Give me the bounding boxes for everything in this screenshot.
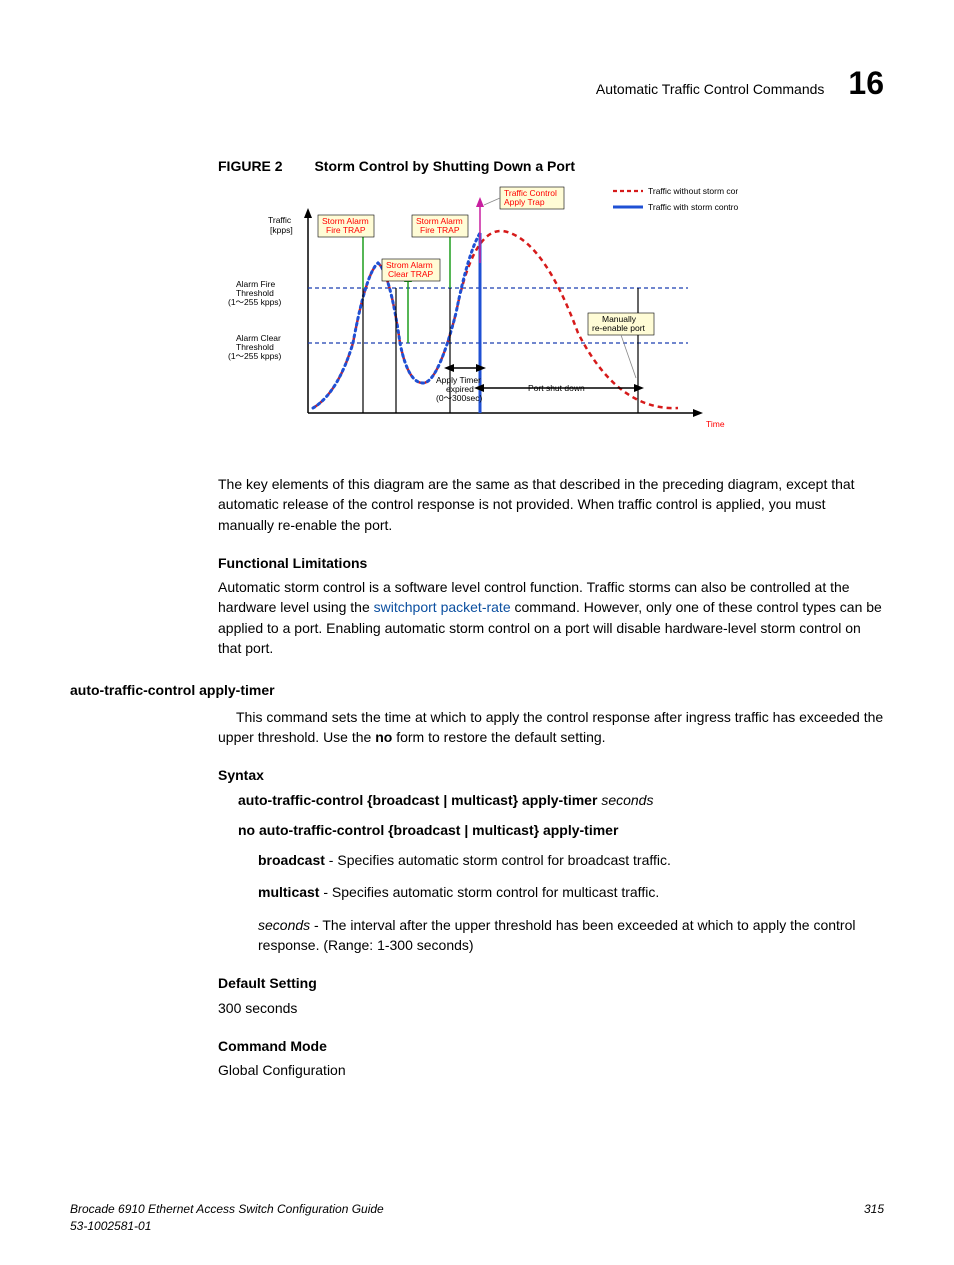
footer-page-number: 315	[864, 1201, 884, 1236]
syntax1-bold: auto-traffic-control {broadcast | multic…	[238, 792, 597, 808]
chapter-number: 16	[848, 60, 884, 106]
port-shutdown-label: Port shut down	[528, 383, 585, 393]
legend-without: Traffic without storm control	[648, 186, 738, 196]
figure-caption: FIGURE 2 Storm Control by Shutting Down …	[218, 156, 884, 176]
command-mode-heading: Command Mode	[218, 1036, 884, 1056]
syntax1-italic: seconds	[601, 792, 653, 808]
command-heading: auto-traffic-control apply-timer	[70, 680, 884, 700]
cmd-desc-no: no	[375, 729, 392, 745]
legend-with: Traffic with storm control	[648, 202, 738, 212]
svg-text:(1～255 kpps): (1～255 kpps)	[228, 297, 282, 307]
svg-text:Fire TRAP: Fire TRAP	[326, 225, 366, 235]
header-title: Automatic Traffic Control Commands	[596, 79, 825, 99]
syntax-heading: Syntax	[218, 765, 884, 785]
functional-limitations-text: Automatic storm control is a software le…	[218, 577, 884, 658]
axis-time-label: Time	[706, 419, 725, 429]
param-seconds-desc: - The interval after the upper threshold…	[258, 917, 855, 953]
svg-text:[kpps]: [kpps]	[270, 225, 293, 235]
svg-text:Fire TRAP: Fire TRAP	[420, 225, 460, 235]
figure-label: FIGURE 2	[218, 158, 283, 174]
command-mode-text: Global Configuration	[218, 1060, 884, 1080]
switchport-packet-rate-link[interactable]: switchport packet-rate	[374, 599, 511, 615]
param-multicast-desc: - Specifies automatic storm control for …	[319, 884, 659, 900]
param-broadcast-term: broadcast	[258, 852, 325, 868]
page-footer: Brocade 6910 Ethernet Access Switch Conf…	[70, 1201, 884, 1236]
cmd-desc-post: form to restore the default setting.	[392, 729, 605, 745]
functional-limitations-heading: Functional Limitations	[218, 553, 884, 573]
footer-doc-number: 53-1002581-01	[70, 1218, 384, 1235]
syntax-line-2: no auto-traffic-control {broadcast | mul…	[238, 820, 884, 840]
syntax-line-1: auto-traffic-control {broadcast | multic…	[238, 790, 884, 810]
param-multicast-term: multicast	[258, 884, 319, 900]
figure-diagram: Time Traffic wit	[218, 183, 884, 458]
footer-left: Brocade 6910 Ethernet Access Switch Conf…	[70, 1201, 384, 1236]
svg-text:Apply Trap: Apply Trap	[504, 197, 545, 207]
storm-control-diagram: Time Traffic wit	[218, 183, 738, 453]
svg-text:(1～255 kpps): (1～255 kpps)	[228, 351, 282, 361]
figure-title: Storm Control by Shutting Down a Port	[314, 158, 575, 174]
default-setting-text: 300 seconds	[218, 998, 884, 1018]
param-broadcast: broadcast - Specifies automatic storm co…	[258, 850, 884, 870]
svg-text:Traffic: Traffic	[268, 215, 292, 225]
default-setting-heading: Default Setting	[218, 973, 884, 993]
page-header: Automatic Traffic Control Commands 16	[70, 60, 884, 106]
param-seconds: seconds - The interval after the upper t…	[258, 915, 884, 956]
svg-text:re-enable port: re-enable port	[592, 323, 646, 333]
paragraph-key-elements: The key elements of this diagram are the…	[218, 474, 884, 535]
footer-guide-title: Brocade 6910 Ethernet Access Switch Conf…	[70, 1201, 384, 1218]
command-description: This command sets the time at which to a…	[218, 707, 884, 748]
svg-text:Clear TRAP: Clear TRAP	[388, 269, 434, 279]
param-multicast: multicast - Specifies automatic storm co…	[258, 882, 884, 902]
svg-text:(0～300sec): (0～300sec)	[436, 393, 482, 403]
param-broadcast-desc: - Specifies automatic storm control for …	[325, 852, 671, 868]
param-seconds-term: seconds	[258, 917, 310, 933]
